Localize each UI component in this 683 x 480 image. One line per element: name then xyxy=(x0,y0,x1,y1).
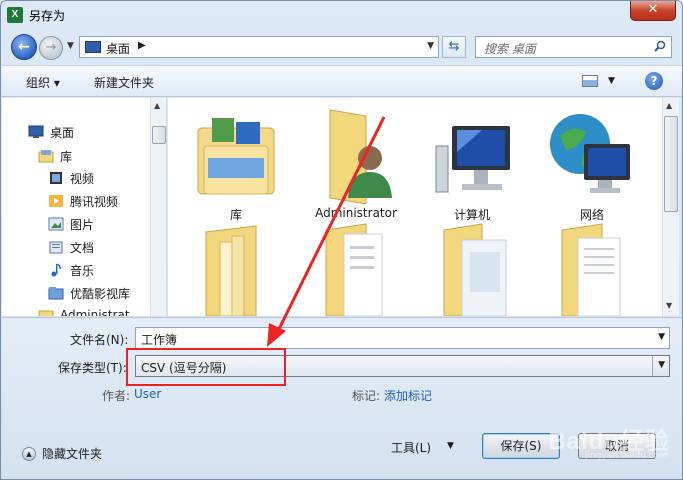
watermark-url: jingyan.baidu.com xyxy=(584,451,668,461)
tools-label: 工具(L) xyxy=(391,441,432,455)
tools-button[interactable]: 工具(L) ▼ xyxy=(391,434,471,460)
search-input[interactable]: 搜索 桌面 xyxy=(475,36,672,58)
file-list: 库 Administrator 计算机 网络 xyxy=(168,98,663,316)
command-bar: 组织 ▾ 新建文件夹 ▼ ? xyxy=(2,65,682,97)
folder-icon xyxy=(443,223,507,316)
nav-scroll-thumb[interactable] xyxy=(152,126,166,144)
recent-pages-dropdown-icon[interactable]: ▼ xyxy=(67,41,74,51)
file-label: Administrator xyxy=(315,206,397,220)
nav-item-label: Administrat xyxy=(60,308,130,316)
nav-item-music[interactable]: 音乐 xyxy=(48,260,94,280)
nav-item-label: 文档 xyxy=(70,240,95,255)
help-icon[interactable]: ? xyxy=(645,72,663,90)
computer-icon xyxy=(435,126,510,193)
filetype-label: 保存类型(T): xyxy=(58,361,127,375)
address-bar[interactable]: 桌面 ▶ ▼ xyxy=(79,36,439,58)
nav-item-documents[interactable]: 文档 xyxy=(48,237,94,257)
music-icon xyxy=(51,263,61,277)
scroll-up-icon[interactable]: ▲ xyxy=(666,101,672,110)
nav-item-label: 视频 xyxy=(70,171,95,186)
nav-item-label: 优酷影视库 xyxy=(70,286,131,301)
file-item-library[interactable]: 库 xyxy=(176,102,296,222)
save-as-dialog: X 另存为 ✕ ← → ▼ 桌面 ▶ ▼ ⇆ 搜索 桌面 组织 ▾ 新建文件夹 … xyxy=(0,0,683,480)
nav-item-tencent-video[interactable]: 腾讯视频 xyxy=(48,191,118,211)
search-placeholder: 搜索 桌面 xyxy=(484,42,536,56)
folder-item[interactable] xyxy=(532,222,652,316)
hide-folders-toggle[interactable]: ▲ 隐藏文件夹 xyxy=(22,445,102,462)
scroll-down-icon[interactable]: ▼ xyxy=(666,301,672,310)
folder-icon xyxy=(325,223,383,316)
file-label: 网络 xyxy=(579,208,604,222)
window-title: 另存为 xyxy=(29,9,66,23)
library-icon xyxy=(38,150,54,163)
tags-label: 标记: xyxy=(352,389,381,403)
user-folder-icon xyxy=(329,109,392,204)
change-view-icon[interactable] xyxy=(582,75,598,87)
nav-item-desktop[interactable]: 桌面 xyxy=(28,122,74,142)
network-icon xyxy=(550,114,630,193)
nav-item-label: 桌面 xyxy=(50,125,75,140)
chevron-up-icon: ▲ xyxy=(22,446,36,461)
nav-scrollbar[interactable]: ▲ xyxy=(150,98,166,316)
video-icon xyxy=(50,172,62,184)
picture-icon xyxy=(48,217,64,231)
user-folder-icon xyxy=(38,310,54,316)
nav-item-label: 音乐 xyxy=(70,263,95,278)
folder-item[interactable] xyxy=(412,222,532,316)
back-button[interactable]: ← xyxy=(11,34,37,60)
author-value[interactable]: User xyxy=(134,387,161,401)
organize-button[interactable]: 组织 ▾ xyxy=(26,74,60,91)
file-label: 计算机 xyxy=(453,208,490,222)
file-list-scroll-thumb[interactable] xyxy=(664,116,678,212)
tools-dropdown-icon: ▼ xyxy=(447,441,454,451)
folder-icon xyxy=(561,223,621,316)
navigation-pane: 桌面 库 视频 腾讯视频 图片 文档 音乐 优酷影视库 Administrat … xyxy=(2,98,167,316)
folder-icon xyxy=(205,225,257,316)
title-bar: X 另存为 ✕ xyxy=(1,1,682,31)
library-folder-icon xyxy=(197,118,275,195)
nav-item-pictures[interactable]: 图片 xyxy=(48,214,94,234)
refresh-button[interactable]: ⇆ xyxy=(442,36,466,58)
file-item-network[interactable]: 网络 xyxy=(532,102,652,222)
address-location[interactable]: 桌面 xyxy=(106,40,130,57)
new-folder-button[interactable]: 新建文件夹 xyxy=(94,74,154,91)
document-icon xyxy=(49,241,63,254)
nav-item-label: 腾讯视频 xyxy=(70,194,119,209)
folder-item[interactable] xyxy=(176,222,296,316)
filename-label: 文件名(N): xyxy=(70,333,129,347)
nav-item-label: 图片 xyxy=(70,217,95,232)
chevron-right-icon[interactable]: ▶ xyxy=(138,40,146,51)
nav-item-youku[interactable]: 优酷影视库 xyxy=(48,283,130,303)
nav-item-video[interactable]: 视频 xyxy=(48,168,94,188)
filename-field[interactable]: 工作簿 ▼ xyxy=(135,327,670,349)
nav-item-label: 库 xyxy=(60,149,73,164)
scroll-up-icon[interactable]: ▲ xyxy=(154,101,160,110)
author-label: 作者: xyxy=(102,389,131,403)
view-options-dropdown-icon[interactable]: ▼ xyxy=(608,76,615,86)
address-row: ← → ▼ 桌面 ▶ ▼ ⇆ 搜索 桌面 xyxy=(1,31,682,65)
hide-folders-label: 隐藏文件夹 xyxy=(42,447,103,461)
close-button[interactable]: ✕ xyxy=(630,1,676,21)
nav-item-administrator[interactable]: Administrat xyxy=(38,305,130,316)
file-list-scrollbar[interactable]: ▲ ▼ xyxy=(662,98,679,316)
tags-value[interactable]: 添加标记 xyxy=(384,387,432,404)
filetype-dropdown-button[interactable]: ▼ xyxy=(652,356,669,376)
desktop-icon xyxy=(28,125,44,138)
annotation-highlight-box xyxy=(126,348,286,386)
filename-value[interactable]: 工作簿 xyxy=(141,333,177,347)
address-dropdown-icon[interactable]: ▼ xyxy=(427,41,434,51)
nav-item-library[interactable]: 库 xyxy=(38,146,72,166)
file-item-computer[interactable]: 计算机 xyxy=(412,102,532,222)
search-icon xyxy=(654,40,666,52)
excel-icon: X xyxy=(7,7,23,23)
folder-item[interactable] xyxy=(296,222,416,316)
filename-dropdown-icon[interactable]: ▼ xyxy=(658,332,665,342)
file-label: 库 xyxy=(229,208,242,222)
chevron-down-icon: ▼ xyxy=(658,360,665,370)
forward-button[interactable]: → xyxy=(39,36,63,60)
desktop-icon xyxy=(85,41,101,53)
file-item-administrator[interactable]: Administrator xyxy=(296,102,416,222)
youku-icon xyxy=(48,287,64,300)
tencent-video-icon xyxy=(49,195,63,207)
